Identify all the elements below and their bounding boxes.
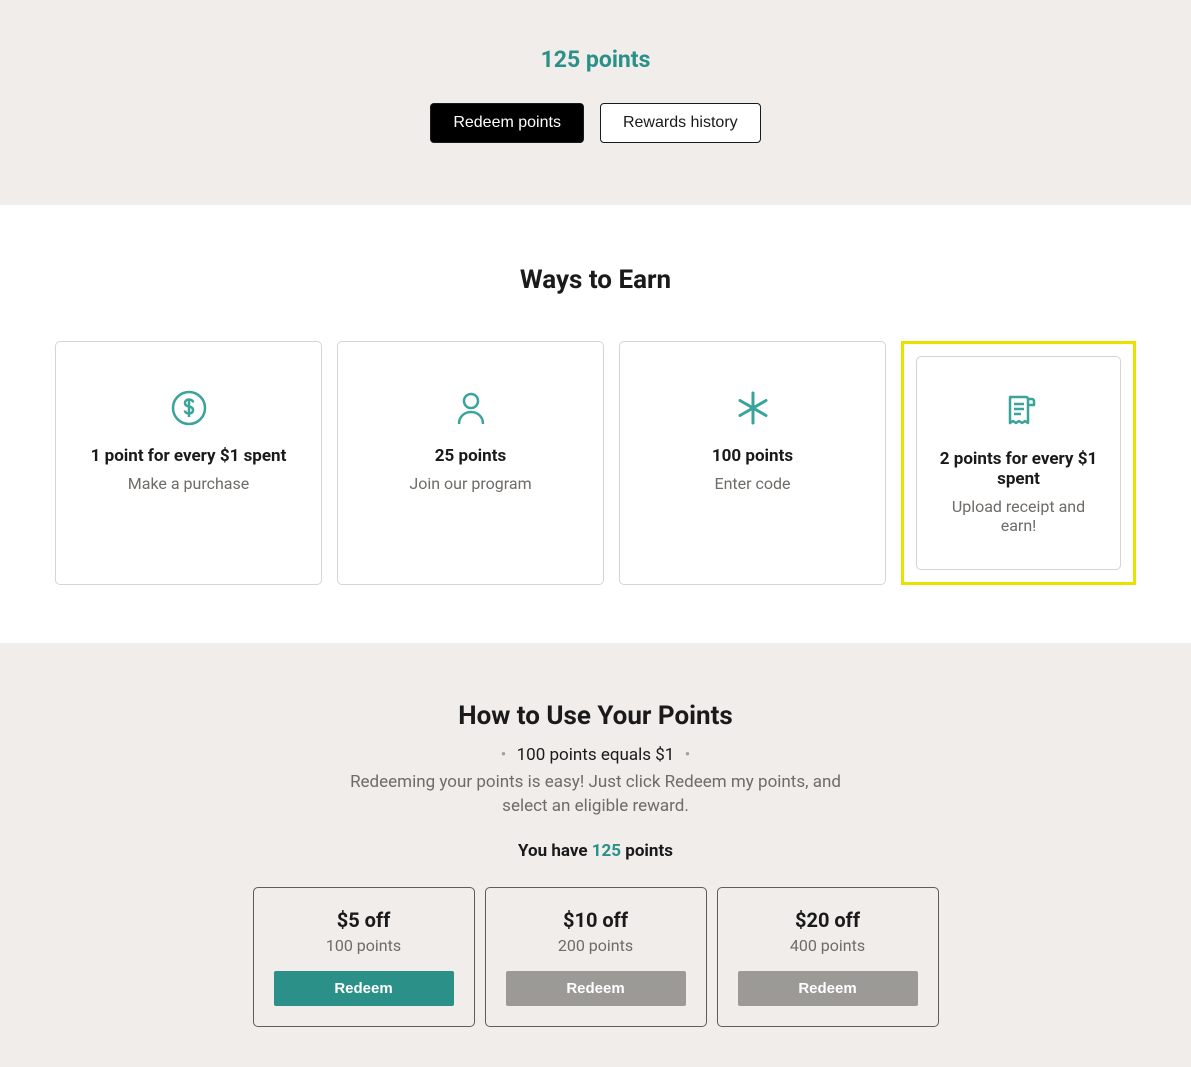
conversion-text: 100 points equals $1 xyxy=(517,745,675,765)
earn-card-subtitle: Make a purchase xyxy=(128,474,249,493)
earn-card-subtitle: Enter code xyxy=(714,474,790,493)
hero-section: 125 points Redeem points Rewards history xyxy=(0,0,1191,205)
bullet-dot-icon: • xyxy=(501,745,507,765)
dollar-circle-icon xyxy=(169,388,209,428)
points-conversion: • 100 points equals $1 • xyxy=(0,745,1191,765)
earn-card-title: 1 point for every $1 spent xyxy=(91,446,287,466)
earn-card-join[interactable]: 25 points Join our program xyxy=(337,341,604,585)
receipt-icon xyxy=(999,391,1039,431)
earn-card-code[interactable]: 100 points Enter code xyxy=(619,341,886,585)
bullet-dot-icon: • xyxy=(685,745,691,765)
earn-card-title: 2 points for every $1 spent xyxy=(935,449,1102,489)
ways-cards: 1 point for every $1 spent Make a purcha… xyxy=(55,341,1136,585)
earn-card-title: 25 points xyxy=(435,446,506,466)
redeem-button-disabled: Redeem xyxy=(506,971,686,1006)
ways-heading: Ways to Earn xyxy=(55,265,1136,295)
redeem-button[interactable]: Redeem xyxy=(274,971,454,1006)
earn-card-subtitle: Join our program xyxy=(409,474,531,493)
earn-card-subtitle: Upload receipt and earn! xyxy=(935,497,1102,535)
points-balance: 125 points xyxy=(0,46,1191,73)
how-to-use-section: How to Use Your Points • 100 points equa… xyxy=(0,643,1191,1067)
you-have-points: You have 125 points xyxy=(0,841,1191,861)
you-have-suffix: points xyxy=(621,841,673,861)
redeem-tier-points: 100 points xyxy=(326,936,401,955)
person-icon xyxy=(451,388,491,428)
earn-card-purchase[interactable]: 1 point for every $1 spent Make a purcha… xyxy=(55,341,322,585)
asterisk-icon xyxy=(733,388,773,428)
howto-description: Redeeming your points is easy! Just clic… xyxy=(336,771,856,819)
redeem-button-disabled: Redeem xyxy=(738,971,918,1006)
redeem-tier-card: $20 off 400 points Redeem xyxy=(717,887,939,1027)
rewards-history-button[interactable]: Rewards history xyxy=(600,103,761,143)
redeem-tier-points: 400 points xyxy=(790,936,865,955)
redeem-tier-points: 200 points xyxy=(558,936,633,955)
redeem-tier-card: $5 off 100 points Redeem xyxy=(253,887,475,1027)
redeem-tier-title: $10 off xyxy=(563,908,628,932)
you-have-value: 125 xyxy=(592,841,621,861)
earn-card-title: 100 points xyxy=(712,446,793,466)
redeem-cards: $5 off 100 points Redeem $10 off 200 poi… xyxy=(0,887,1191,1027)
redeem-tier-title: $20 off xyxy=(795,908,860,932)
redeem-tier-title: $5 off xyxy=(337,908,391,932)
you-have-prefix: You have xyxy=(518,841,592,861)
howto-heading: How to Use Your Points xyxy=(0,701,1191,731)
redeem-points-button[interactable]: Redeem points xyxy=(430,103,584,143)
ways-to-earn-section: Ways to Earn 1 point for every $1 spent … xyxy=(0,205,1191,643)
hero-button-row: Redeem points Rewards history xyxy=(0,103,1191,143)
redeem-tier-card: $10 off 200 points Redeem xyxy=(485,887,707,1027)
earn-card-receipt-highlighted[interactable]: 2 points for every $1 spent Upload recei… xyxy=(901,341,1136,585)
